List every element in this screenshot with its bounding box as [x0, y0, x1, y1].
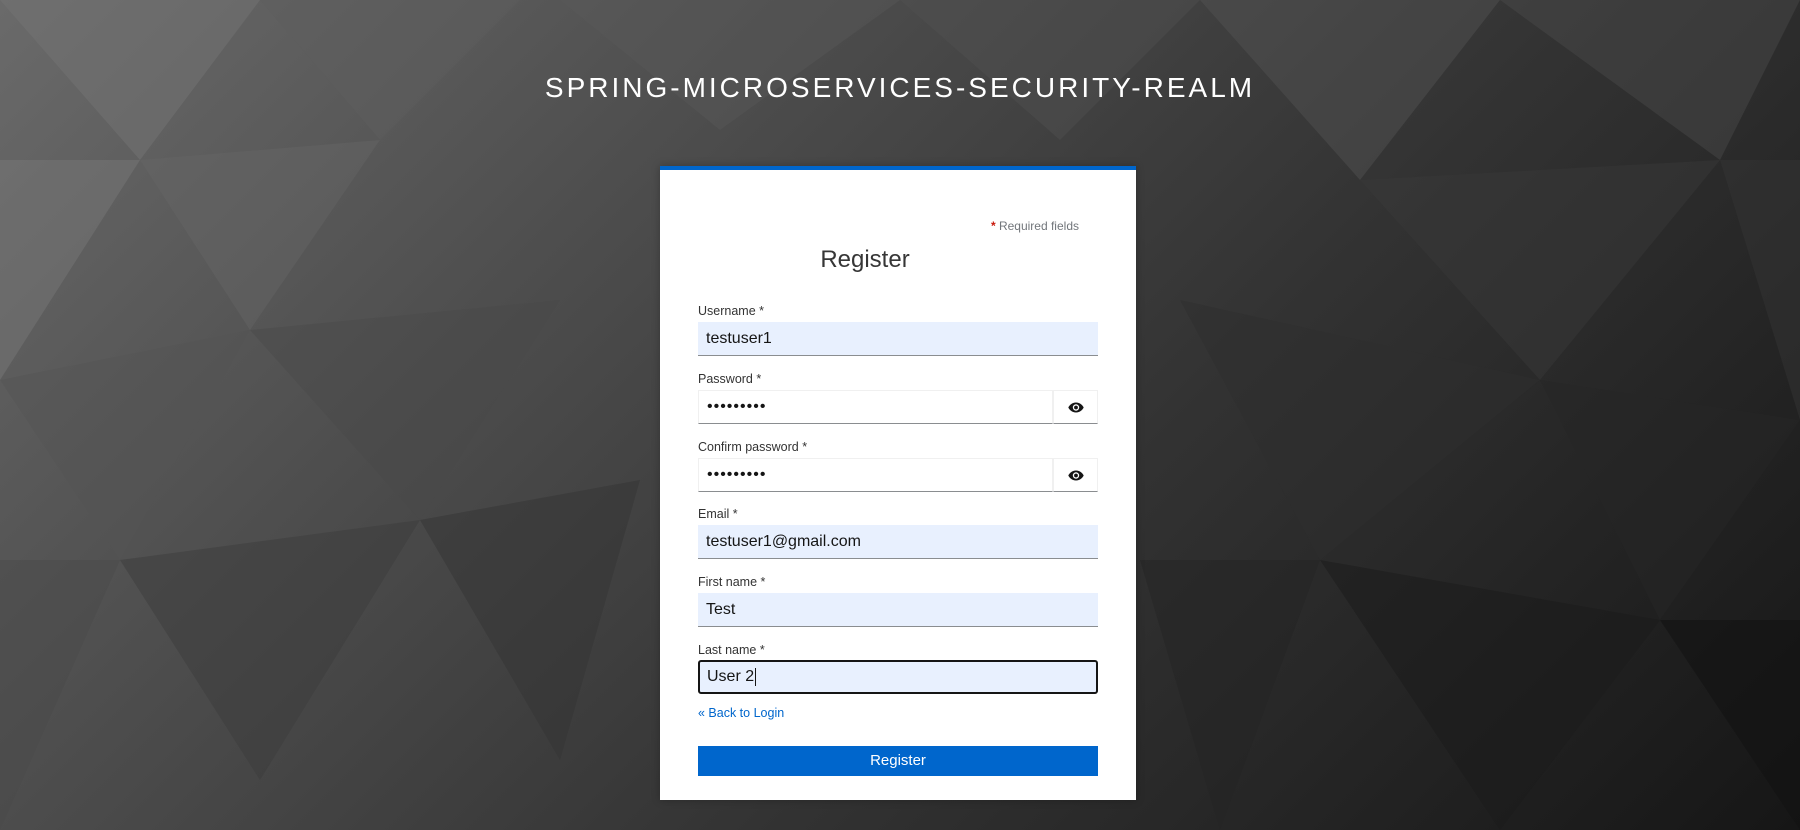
- first-name-input[interactable]: Test: [698, 593, 1098, 627]
- confirm-password-input[interactable]: •••••••••: [698, 458, 1053, 492]
- realm-title: SPRING-MICROSERVICES-SECURITY-REALM: [544, 72, 1256, 103]
- required-fields-note: * Required fields: [991, 219, 1079, 233]
- password-input[interactable]: •••••••••: [698, 390, 1053, 424]
- show-password-button[interactable]: [1053, 390, 1098, 424]
- last-name-value: User 2: [707, 668, 755, 685]
- confirm-password-label: Confirm password *: [698, 440, 808, 454]
- show-confirm-password-button[interactable]: [1053, 458, 1098, 492]
- register-card: * Required fields Register Username * te…: [660, 166, 1136, 800]
- back-to-login-link[interactable]: « Back to Login: [698, 706, 784, 720]
- email-input[interactable]: testuser1@gmail.com: [698, 525, 1098, 559]
- username-label: Username *: [698, 304, 764, 318]
- required-fields-text: Required fields: [995, 219, 1079, 233]
- eye-icon: [1067, 402, 1084, 412]
- register-button[interactable]: Register: [698, 746, 1098, 776]
- eye-icon: [1067, 470, 1084, 480]
- last-name-label: Last name *: [698, 643, 765, 657]
- last-name-input[interactable]: User 2: [698, 660, 1098, 694]
- username-input[interactable]: testuser1: [698, 322, 1098, 356]
- password-label: Password *: [698, 372, 762, 386]
- email-label: Email *: [698, 507, 738, 521]
- page-title: Register: [820, 246, 910, 273]
- first-name-label: First name *: [698, 575, 766, 589]
- text-caret: [755, 667, 757, 686]
